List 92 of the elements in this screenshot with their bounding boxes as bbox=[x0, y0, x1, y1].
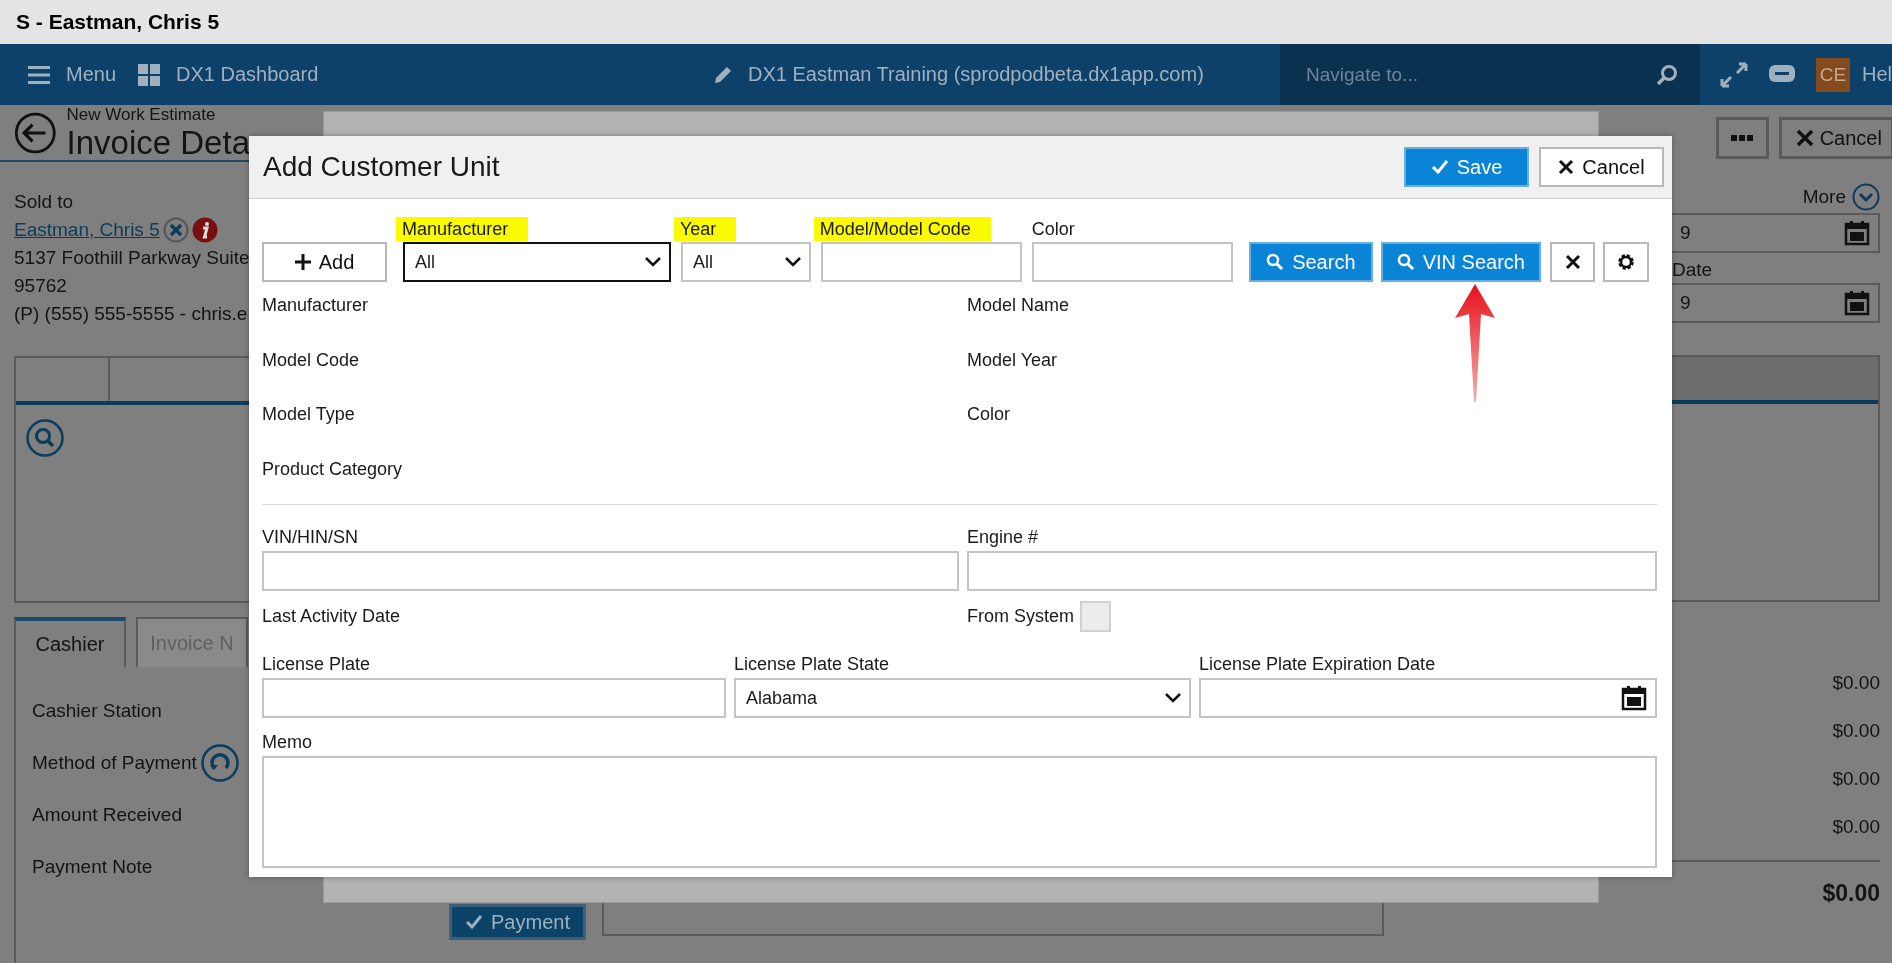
dialog-title: Add Customer Unit bbox=[263, 151, 500, 183]
detail-label: Color bbox=[967, 403, 1011, 426]
field-label: Engine # bbox=[967, 526, 1040, 549]
user-avatar[interactable]: CE bbox=[1816, 57, 1850, 92]
detail-label: Model Name bbox=[967, 294, 1071, 317]
field-label: Amount Received bbox=[32, 804, 182, 826]
total-value: $0.00 bbox=[1822, 880, 1880, 906]
text-field[interactable] bbox=[262, 678, 726, 718]
filter-label: Manufacturer bbox=[396, 217, 529, 241]
search-icon[interactable] bbox=[26, 419, 64, 457]
navigate-field[interactable]: Navigate to... bbox=[1304, 62, 1656, 87]
checkbox[interactable] bbox=[1080, 601, 1111, 632]
detail-label: Manufacturer bbox=[262, 294, 370, 317]
page-subtitle: New Work Estimate bbox=[66, 105, 217, 125]
settings-icon bbox=[1616, 252, 1637, 272]
save-button[interactable]: Save bbox=[1404, 147, 1529, 187]
add-button[interactable]: Add bbox=[262, 242, 388, 282]
field-label: Payment Note bbox=[32, 856, 153, 878]
field-label: Cashier Station bbox=[32, 700, 162, 722]
chevron-down-icon[interactable] bbox=[1852, 183, 1880, 211]
zip-code: 95762 bbox=[14, 274, 68, 298]
text-field[interactable] bbox=[262, 551, 959, 591]
filter-label: Year bbox=[673, 217, 737, 241]
field-label: From System bbox=[967, 606, 1074, 627]
dropdown[interactable]: All bbox=[680, 242, 811, 282]
field-label: Date bbox=[1672, 259, 1714, 281]
field-label: VIN/HIN/SN bbox=[262, 526, 359, 549]
amount-value: $0.00 bbox=[1832, 672, 1880, 694]
amount-value: $0.00 bbox=[1832, 768, 1880, 790]
detail-label: Product Category bbox=[262, 457, 404, 481]
field-label: Memo bbox=[262, 731, 313, 754]
detail-label: Model Type bbox=[262, 403, 356, 426]
detail-label: Model Year bbox=[967, 348, 1059, 372]
filter-label: Color bbox=[1031, 218, 1075, 241]
sold-to-label: Sold to bbox=[14, 190, 75, 214]
payment-button[interactable]: Payment bbox=[449, 904, 586, 940]
window-title: S - Eastman, Chris 5 bbox=[16, 10, 220, 34]
date-field[interactable]: 9 bbox=[1672, 213, 1880, 253]
menu-icon bbox=[28, 65, 50, 84]
expand-icon[interactable] bbox=[1720, 61, 1748, 88]
environment-name: DX1 Eastman Training (sprodpodbeta.dx1app.com) bbox=[748, 63, 1204, 86]
more-actions-button[interactable] bbox=[1716, 117, 1769, 159]
more-label[interactable]: More bbox=[1802, 186, 1846, 208]
text-field[interactable] bbox=[967, 551, 1657, 591]
close-icon bbox=[1795, 129, 1814, 147]
tab[interactable]: Cashier bbox=[14, 617, 126, 667]
dropdown[interactable]: Alabama bbox=[734, 678, 1191, 718]
calendar-icon[interactable] bbox=[1621, 685, 1647, 711]
grid-icon bbox=[138, 63, 161, 86]
text-field[interactable] bbox=[820, 242, 1022, 282]
plus-icon bbox=[294, 254, 311, 270]
search-icon bbox=[1266, 253, 1285, 271]
search-icon bbox=[1396, 253, 1415, 271]
field-label: Last Activity Date bbox=[262, 606, 402, 627]
close-icon bbox=[1558, 159, 1575, 175]
settings-button[interactable] bbox=[1603, 242, 1649, 282]
chevron-down-icon bbox=[644, 257, 661, 267]
filter-label: Model/Model Code bbox=[813, 217, 991, 241]
address-line: 5137 Foothill Parkway Suite bbox=[14, 246, 250, 270]
info-icon[interactable] bbox=[191, 217, 218, 243]
field-label: Method of Payment bbox=[32, 752, 197, 774]
memo-field[interactable] bbox=[262, 756, 1657, 868]
cancel-button[interactable]: Cancel bbox=[1778, 117, 1892, 159]
clear-button[interactable] bbox=[1549, 242, 1596, 282]
amount-value: $0.00 bbox=[1832, 720, 1880, 742]
date-field[interactable]: 9 bbox=[1672, 283, 1880, 323]
menu-button[interactable]: Menu bbox=[28, 63, 117, 86]
refresh-icon[interactable] bbox=[200, 744, 239, 782]
help-link[interactable]: Hel bbox=[1862, 63, 1892, 86]
check-icon bbox=[1430, 159, 1449, 175]
dropdown[interactable]: All bbox=[403, 242, 671, 282]
chevron-down-icon bbox=[784, 257, 801, 267]
dashboard-button[interactable]: DX1 Dashboard bbox=[138, 63, 319, 86]
field-label: License Plate Expiration Date bbox=[1199, 653, 1437, 676]
chevron-down-icon bbox=[1165, 693, 1181, 703]
text-field[interactable] bbox=[1031, 242, 1233, 282]
check-icon bbox=[465, 914, 484, 930]
field-label: License Plate bbox=[262, 653, 372, 676]
customer-link[interactable]: Eastman, Chris 5 bbox=[14, 216, 160, 244]
date-field[interactable] bbox=[1199, 678, 1657, 718]
detail-label: Model Code bbox=[262, 348, 361, 372]
vin-search-button[interactable]: VIN Search bbox=[1380, 242, 1541, 282]
field-label: License Plate State bbox=[734, 653, 891, 676]
page-title: Invoice Deta bbox=[66, 124, 250, 161]
amount-value: $0.00 bbox=[1832, 816, 1880, 838]
contact-line: (P) (555) 555-5555 - chris.e bbox=[14, 302, 249, 326]
dots-icon bbox=[1731, 135, 1754, 141]
close-icon bbox=[1564, 254, 1581, 270]
search-button[interactable]: Search bbox=[1248, 242, 1373, 282]
search-bar[interactable]: Navigate to... bbox=[1280, 44, 1700, 105]
search-icon bbox=[1656, 63, 1678, 86]
cancel-button[interactable]: Cancel bbox=[1539, 147, 1664, 187]
